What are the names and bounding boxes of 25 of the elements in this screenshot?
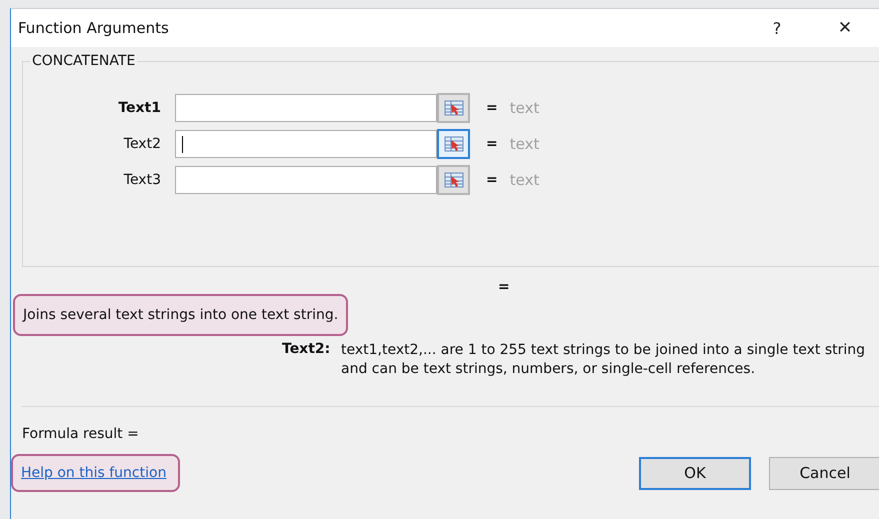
argument-name: Text2: — [282, 341, 332, 359]
argument-description: text1,text2,... are 1 to 255 text strings to be joined into a single text string and can be text strings, numbers, or single-cell references. — [341, 341, 866, 379]
range-select-button[interactable] — [437, 165, 470, 195]
formula-result: Formula result = — [22, 426, 140, 442]
argument-value: text — [510, 171, 540, 189]
equals-sign: = — [486, 136, 498, 152]
equals-sign: = — [486, 100, 498, 116]
equals-sign: = — [498, 279, 510, 295]
input-field[interactable] — [175, 166, 437, 194]
argument-value: text — [510, 135, 540, 153]
argument-label: Text2 — [122, 136, 162, 152]
range-select-button[interactable] — [437, 129, 470, 159]
ok-button[interactable]: OK — [639, 456, 751, 490]
close-button[interactable]: ✕ — [811, 9, 879, 47]
help-button[interactable]: ? — [743, 9, 811, 47]
argument-label: Text1 — [117, 100, 162, 116]
range-select-button[interactable] — [437, 93, 470, 123]
input-field[interactable] — [175, 130, 437, 158]
cancel-button[interactable]: Cancel — [769, 456, 879, 490]
input-field[interactable] — [175, 94, 437, 122]
argument-value: text — [510, 99, 540, 117]
function-description: Joins several text strings into one text string. — [13, 294, 348, 336]
window-title: Function Arguments — [18, 19, 170, 37]
equals-sign: = — [486, 172, 498, 188]
argument-label: Text3 — [122, 172, 162, 188]
